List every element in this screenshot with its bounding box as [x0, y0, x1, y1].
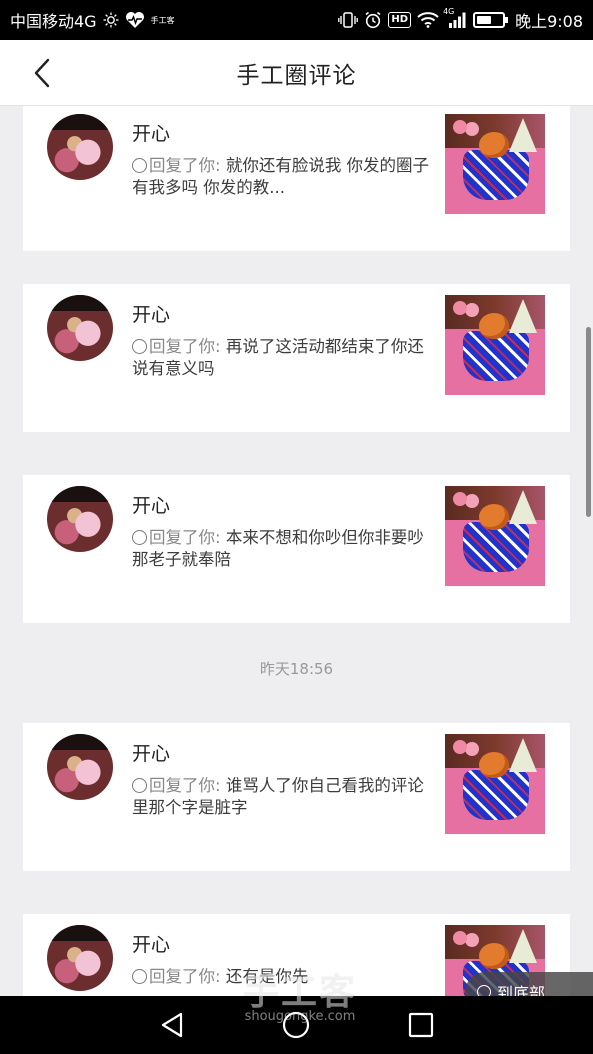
comment-list[interactable]: 开心 回复了你: 就你还有脸说我 你发的圈子有我多吗 你发的教... 开心 回复… — [0, 106, 593, 996]
status-right: HD 4G 晚上9:08 — [338, 7, 583, 32]
reply-prefix: 回复了你: — [149, 776, 221, 795]
avatar[interactable] — [47, 734, 113, 800]
reply-message: 回复了你: 再说了这活动都结束了你还说有意义吗 — [132, 336, 432, 380]
username[interactable]: 开心 — [132, 119, 170, 146]
avatar[interactable] — [47, 114, 113, 180]
alarm-icon — [364, 11, 382, 29]
sun-icon — [103, 12, 119, 28]
clock-label: 晚上9:08 — [515, 12, 583, 31]
circle-home-icon — [283, 1011, 310, 1039]
nav-recents-button[interactable] — [401, 1005, 441, 1045]
avatar[interactable] — [47, 925, 113, 991]
reply-message: 回复了你: 本来不想和你吵但你非要吵那老子就奉陪 — [132, 527, 432, 571]
post-thumbnail[interactable] — [445, 734, 545, 834]
post-thumbnail[interactable] — [445, 295, 545, 395]
chevron-left-icon — [34, 58, 50, 88]
reply-text: 还有是你先 — [225, 967, 309, 986]
username[interactable]: 开心 — [132, 491, 170, 518]
system-nav-bar — [0, 996, 593, 1054]
reply-prefix: 回复了你: — [149, 967, 221, 986]
time-separator: 昨天18:56 — [259, 660, 334, 678]
scrollbar[interactable] — [586, 327, 591, 517]
reply-icon — [132, 778, 147, 793]
reply-message: 回复了你: 谁骂人了你自己看我的评论里那个字是脏字 — [132, 775, 432, 819]
app-small-label: 手工客 — [150, 15, 175, 25]
reply-prefix: 回复了你: — [149, 337, 221, 356]
post-thumbnail[interactable] — [445, 114, 545, 214]
health-heart-icon — [125, 11, 145, 29]
carrier-label: 中国移动4G — [10, 12, 97, 31]
triangle-back-icon — [162, 1012, 183, 1038]
status-left: 中国移动4G 手工客 — [10, 8, 175, 32]
hd-badge: HD — [388, 12, 412, 28]
comment-card[interactable]: 开心 回复了你: 就你还有脸说我 你发的圈子有我多吗 你发的教... — [23, 106, 570, 251]
username[interactable]: 开心 — [132, 300, 170, 327]
wifi-icon — [417, 12, 439, 28]
reply-prefix: 回复了你: — [149, 156, 221, 175]
reply-icon — [132, 530, 147, 545]
reply-icon — [132, 158, 147, 173]
network-type-label: 4G — [443, 7, 455, 16]
reply-message: 回复了你: 还有是你先 — [132, 966, 432, 988]
username[interactable]: 开心 — [132, 930, 170, 957]
nav-home-button[interactable] — [276, 1005, 316, 1045]
nav-back-button[interactable] — [152, 1005, 192, 1045]
reply-icon — [132, 339, 147, 354]
comment-card[interactable]: 开心 回复了你: 再说了这活动都结束了你还说有意义吗 — [23, 284, 570, 432]
comment-card[interactable]: 开心 回复了你: 谁骂人了你自己看我的评论里那个字是脏字 — [23, 723, 570, 871]
battery-icon — [473, 12, 509, 28]
back-button[interactable] — [22, 53, 62, 93]
username[interactable]: 开心 — [132, 739, 170, 766]
screen: 中国移动4G 手工客 HD 4G 晚上9:08 手工圈评论 开心 回复了你: 就… — [0, 0, 593, 1054]
reply-prefix: 回复了你: — [149, 528, 221, 547]
status-bar: 中国移动4G 手工客 HD 4G 晚上9:08 — [0, 0, 593, 40]
reply-icon — [132, 969, 147, 984]
comment-card[interactable]: 开心 回复了你: 本来不想和你吵但你非要吵那老子就奉陪 — [23, 475, 570, 623]
reply-message: 回复了你: 就你还有脸说我 你发的圈子有我多吗 你发的教... — [132, 155, 432, 199]
square-recents-icon — [408, 1012, 433, 1038]
post-thumbnail[interactable] — [445, 486, 545, 586]
avatar[interactable] — [47, 295, 113, 361]
nav-header: 手工圈评论 — [0, 40, 593, 106]
signal-icon: 4G — [443, 7, 467, 29]
vibrate-icon — [338, 11, 359, 29]
battery-fill — [477, 16, 492, 24]
page-title: 手工圈评论 — [236, 62, 357, 89]
avatar[interactable] — [47, 486, 113, 552]
